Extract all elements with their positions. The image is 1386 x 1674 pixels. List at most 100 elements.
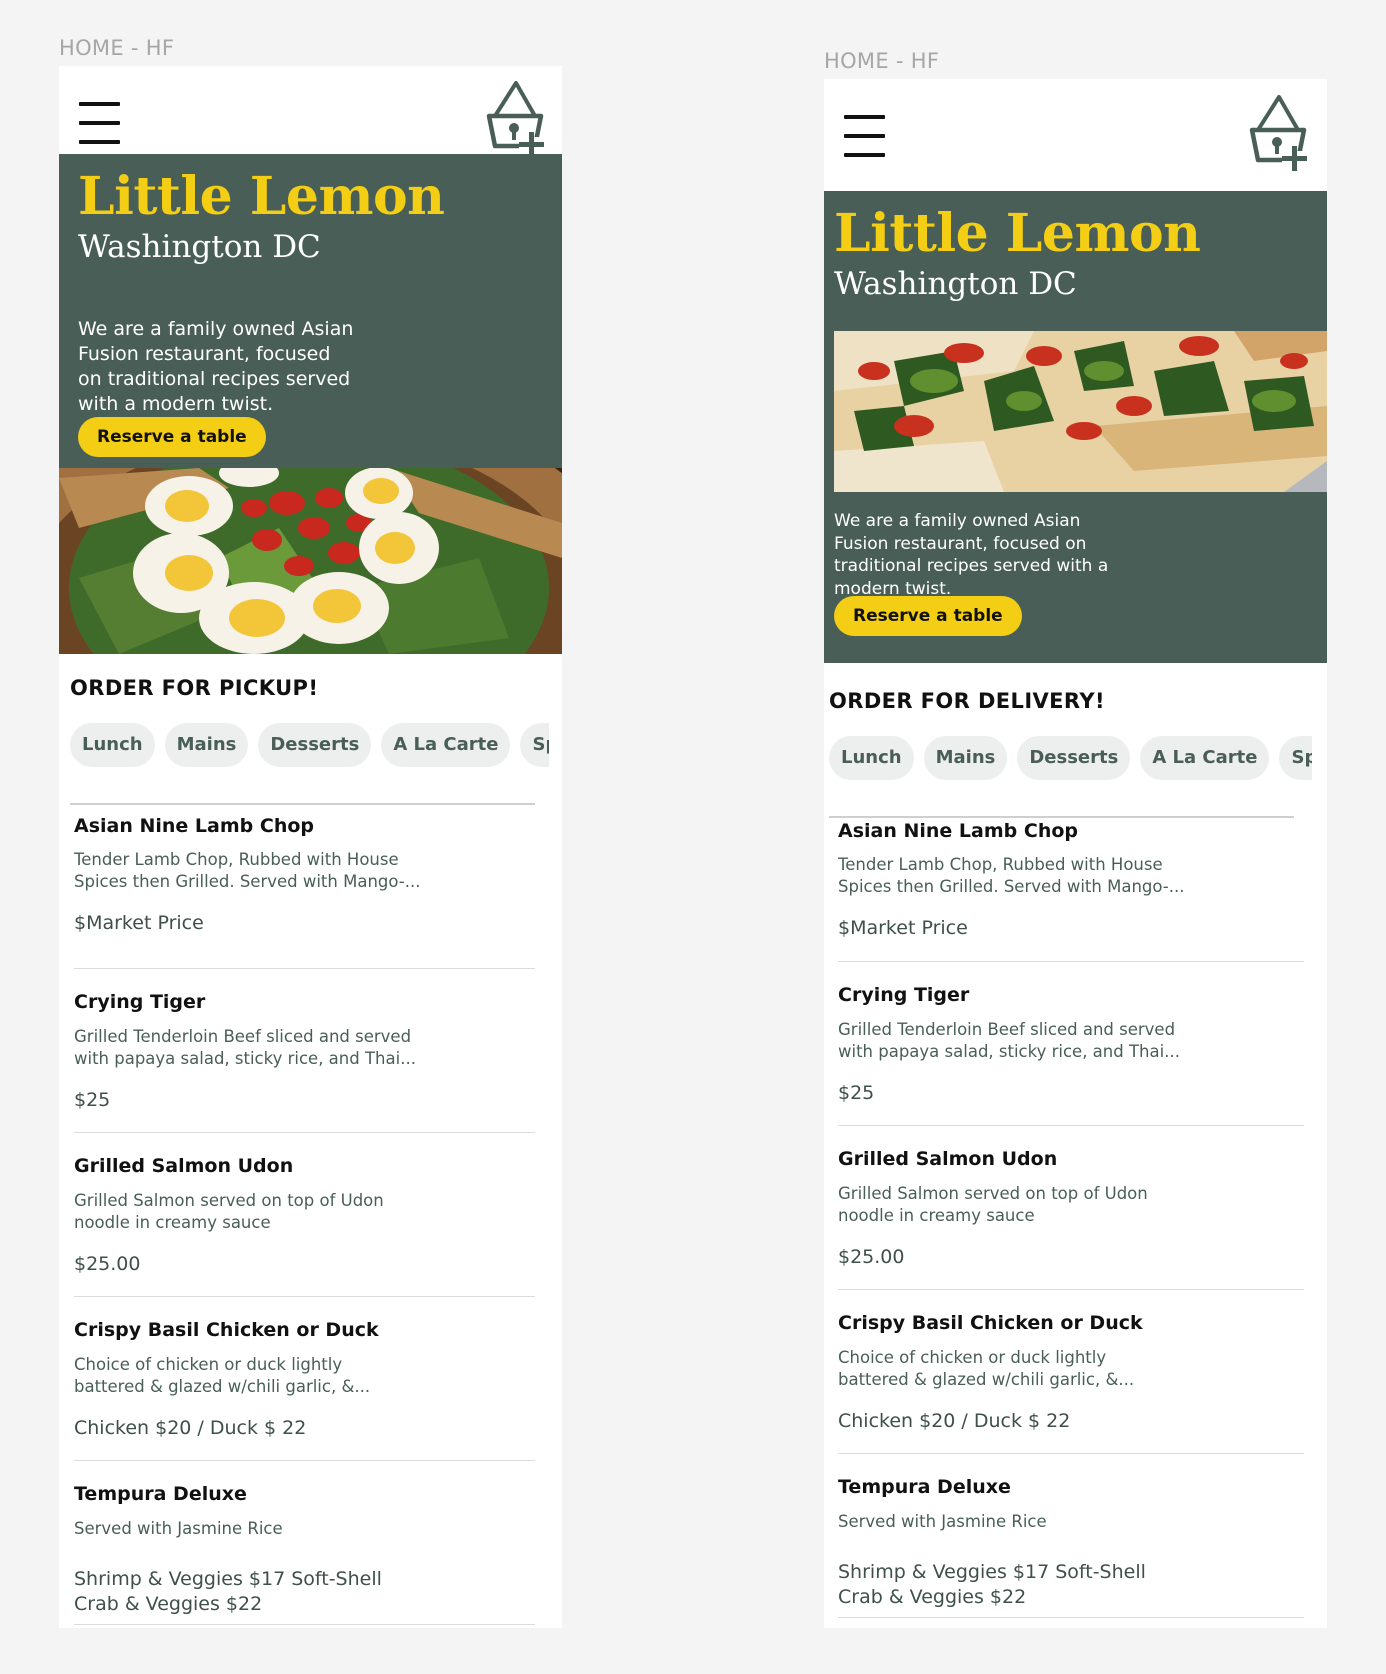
tab-mains[interactable]: Mains — [923, 736, 1008, 780]
frame-label: HOME - HF — [59, 36, 175, 60]
menu-item-description-line: Grilled Salmon served on top of Udon — [74, 1191, 384, 1210]
tab-desserts[interactable]: Desserts — [1017, 736, 1131, 780]
menu-item-description-line: Grilled Salmon served on top of Udon — [838, 1184, 1148, 1203]
tab-specials[interactable]: Spe — [1279, 736, 1312, 780]
menu-item[interactable]: Crying Tiger Grilled Tenderloin Beef sli… — [74, 968, 535, 1132]
hamburger-menu-icon[interactable] — [844, 115, 885, 157]
frame-label: HOME - HF — [824, 49, 940, 73]
tab-lunch[interactable]: Lunch — [70, 723, 155, 767]
menu-item-price: $25.00 — [74, 1252, 140, 1277]
menu-item-price-line: $Market Price — [838, 917, 968, 939]
brand-city: Washington DC — [78, 229, 321, 265]
menu-item-description-line: Served with Jasmine Rice — [74, 1519, 283, 1538]
top-bar — [824, 79, 1327, 191]
menu-item-description-line: Choice of chicken or duck lightly — [74, 1355, 343, 1374]
menu-item-list: Asian Nine Lamb Chop Tender Lamb Chop, R… — [70, 803, 535, 1625]
hero-section: Little Lemon Washington DC We are a fami… — [824, 191, 1327, 663]
menu-item-price-line: Shrimp & Veggies $17 Soft-Shell — [74, 1568, 382, 1590]
tab-mains[interactable]: Mains — [164, 723, 249, 767]
menu-item-description-line: noodle in creamy sauce — [74, 1213, 271, 1232]
order-section-title: ORDER FOR PICKUP! — [70, 676, 319, 700]
menu-item-description-line: Tender Lamb Chop, Rubbed with House — [838, 855, 1163, 874]
hero-description-line: We are a family owned Asian — [834, 511, 1081, 531]
menu-item-description-line: Grilled Tenderloin Beef sliced and serve… — [74, 1027, 412, 1046]
menu-item-price: Chicken $20 / Duck $ 22 — [74, 1416, 306, 1441]
menu-item-description-line: battered & glazed w/chili garlic, &... — [74, 1377, 371, 1396]
menu-item-description: Tender Lamb Chop, Rubbed with House Spic… — [838, 854, 1184, 898]
menu-item[interactable]: Crispy Basil Chicken or Duck Choice of c… — [74, 1296, 535, 1460]
menu-item[interactable]: Crying Tiger Grilled Tenderloin Beef sli… — [838, 961, 1304, 1125]
menu-item-description-line: Choice of chicken or duck lightly — [838, 1348, 1107, 1367]
category-tabs: LunchMainsDessertsA La Carte Spe — [829, 736, 1312, 780]
menu-item[interactable]: Tempura Deluxe Served with Jasmine Rice … — [74, 1460, 535, 1625]
menu-item-price-line: Chicken $20 / Duck $ 22 — [838, 1410, 1071, 1432]
menu-item-name: Tempura Deluxe — [838, 1476, 1011, 1498]
hamburger-menu-icon[interactable] — [79, 102, 120, 144]
menu-item[interactable]: Grilled Salmon Udon Grilled Salmon serve… — [74, 1132, 535, 1296]
mobile-frame-pickup: Little Lemon Washington DC We are a fami… — [59, 66, 562, 1628]
menu-item-price: $25 — [838, 1081, 874, 1106]
menu-item-description-line: with papaya salad, sticky rice, and Thai… — [838, 1042, 1180, 1061]
menu-item-price-line: Shrimp & Veggies $17 Soft-Shell — [838, 1561, 1146, 1583]
menu-item-description: Grilled Tenderloin Beef sliced and serve… — [74, 1026, 416, 1070]
reserve-table-button[interactable]: Reserve a table — [834, 596, 1022, 636]
menu-item-description-line: noodle in creamy sauce — [838, 1206, 1035, 1225]
menu-item[interactable]: Asian Nine Lamb Chop Tender Lamb Chop, R… — [829, 816, 1294, 961]
menu-item-list: Asian Nine Lamb Chop Tender Lamb Chop, R… — [829, 816, 1304, 1618]
hero-section: Little Lemon Washington DC We are a fami… — [59, 154, 562, 468]
basket-add-icon[interactable] — [485, 81, 545, 157]
menu-item-price: $Market Price — [838, 916, 968, 941]
menu-item-price: Shrimp & Veggies $17 Soft-Shell Crab & V… — [74, 1567, 382, 1617]
hero-description-line: with a modern twist. — [78, 393, 274, 415]
menu-item-name: Tempura Deluxe — [74, 1483, 247, 1505]
menu-item-description: Choice of chicken or duck lightly batter… — [838, 1347, 1134, 1391]
menu-item-description-line: battered & glazed w/chili garlic, &... — [838, 1370, 1135, 1389]
brand-city: Washington DC — [834, 266, 1077, 302]
menu-item-description-line: Tender Lamb Chop, Rubbed with House — [74, 850, 399, 869]
menu-item-price-line: $Market Price — [74, 912, 204, 934]
brand-title: Little Lemon — [834, 203, 1201, 264]
brand-title: Little Lemon — [78, 166, 445, 227]
top-bar — [59, 66, 562, 157]
tab-a-la-carte[interactable]: A La Carte — [1140, 736, 1270, 780]
menu-item[interactable]: Crispy Basil Chicken or Duck Choice of c… — [838, 1289, 1304, 1453]
menu-item[interactable]: Asian Nine Lamb Chop Tender Lamb Chop, R… — [70, 803, 535, 968]
menu-item-price-line: $25 — [74, 1089, 111, 1111]
menu-item-description-line: Spices then Grilled. Served with Mango-.… — [838, 877, 1185, 896]
hero-description-line: traditional recipes served with a — [834, 556, 1109, 576]
menu-item-price-line: $25.00 — [74, 1253, 141, 1275]
hero-description: We are a family owned Asian Fusion resta… — [78, 317, 398, 417]
menu-item-description-line: Spices then Grilled. Served with Mango-.… — [74, 872, 421, 891]
order-section-title: ORDER FOR DELIVERY! — [829, 689, 1105, 713]
menu-item-name: Crispy Basil Chicken or Duck — [74, 1319, 379, 1341]
tab-lunch[interactable]: Lunch — [829, 736, 914, 780]
menu-item-price: Shrimp & Veggies $17 Soft-Shell Crab & V… — [838, 1560, 1146, 1610]
menu-item-description: Served with Jasmine Rice — [74, 1518, 283, 1540]
menu-item-price: Chicken $20 / Duck $ 22 — [838, 1409, 1070, 1434]
mobile-frame-delivery: Little Lemon Washington DC We are a fami… — [824, 79, 1327, 1628]
tab-a-la-carte[interactable]: A La Carte — [381, 723, 511, 767]
menu-item-description: Served with Jasmine Rice — [838, 1511, 1047, 1533]
hero-description-line: Fusion restaurant, focused on — [834, 533, 1087, 554]
hero-description-line: Fusion restaurant, focused — [78, 343, 331, 365]
menu-item-description: Tender Lamb Chop, Rubbed with House Spic… — [74, 849, 420, 893]
basket-add-icon[interactable] — [1248, 95, 1308, 171]
hero-description: We are a family owned Asian Fusion resta… — [834, 510, 1134, 600]
pizza-photo — [834, 331, 1327, 492]
menu-item-price: $Market Price — [74, 911, 204, 936]
menu-item-name: Asian Nine Lamb Chop — [838, 820, 1078, 842]
menu-item-description: Grilled Salmon served on top of Udon noo… — [838, 1183, 1148, 1227]
menu-item-name: Crying Tiger — [838, 984, 970, 1006]
menu-item-name: Grilled Salmon Udon — [74, 1155, 294, 1177]
menu-item-price-line: Chicken $20 / Duck $ 22 — [74, 1417, 307, 1439]
category-tabs: LunchMainsDessertsA La Carte Spe — [70, 723, 549, 767]
menu-item-description: Choice of chicken or duck lightly batter… — [74, 1354, 370, 1398]
menu-item[interactable]: Tempura Deluxe Served with Jasmine Rice … — [838, 1453, 1304, 1618]
hero-description-line: We are a family owned Asian — [78, 318, 354, 340]
menu-item[interactable]: Grilled Salmon Udon Grilled Salmon serve… — [838, 1125, 1304, 1289]
tab-specials[interactable]: Spe — [520, 723, 549, 767]
tab-desserts[interactable]: Desserts — [258, 723, 372, 767]
menu-item-price: $25.00 — [838, 1245, 904, 1270]
reserve-table-button[interactable]: Reserve a table — [78, 417, 266, 457]
menu-item-name: Asian Nine Lamb Chop — [74, 815, 314, 837]
